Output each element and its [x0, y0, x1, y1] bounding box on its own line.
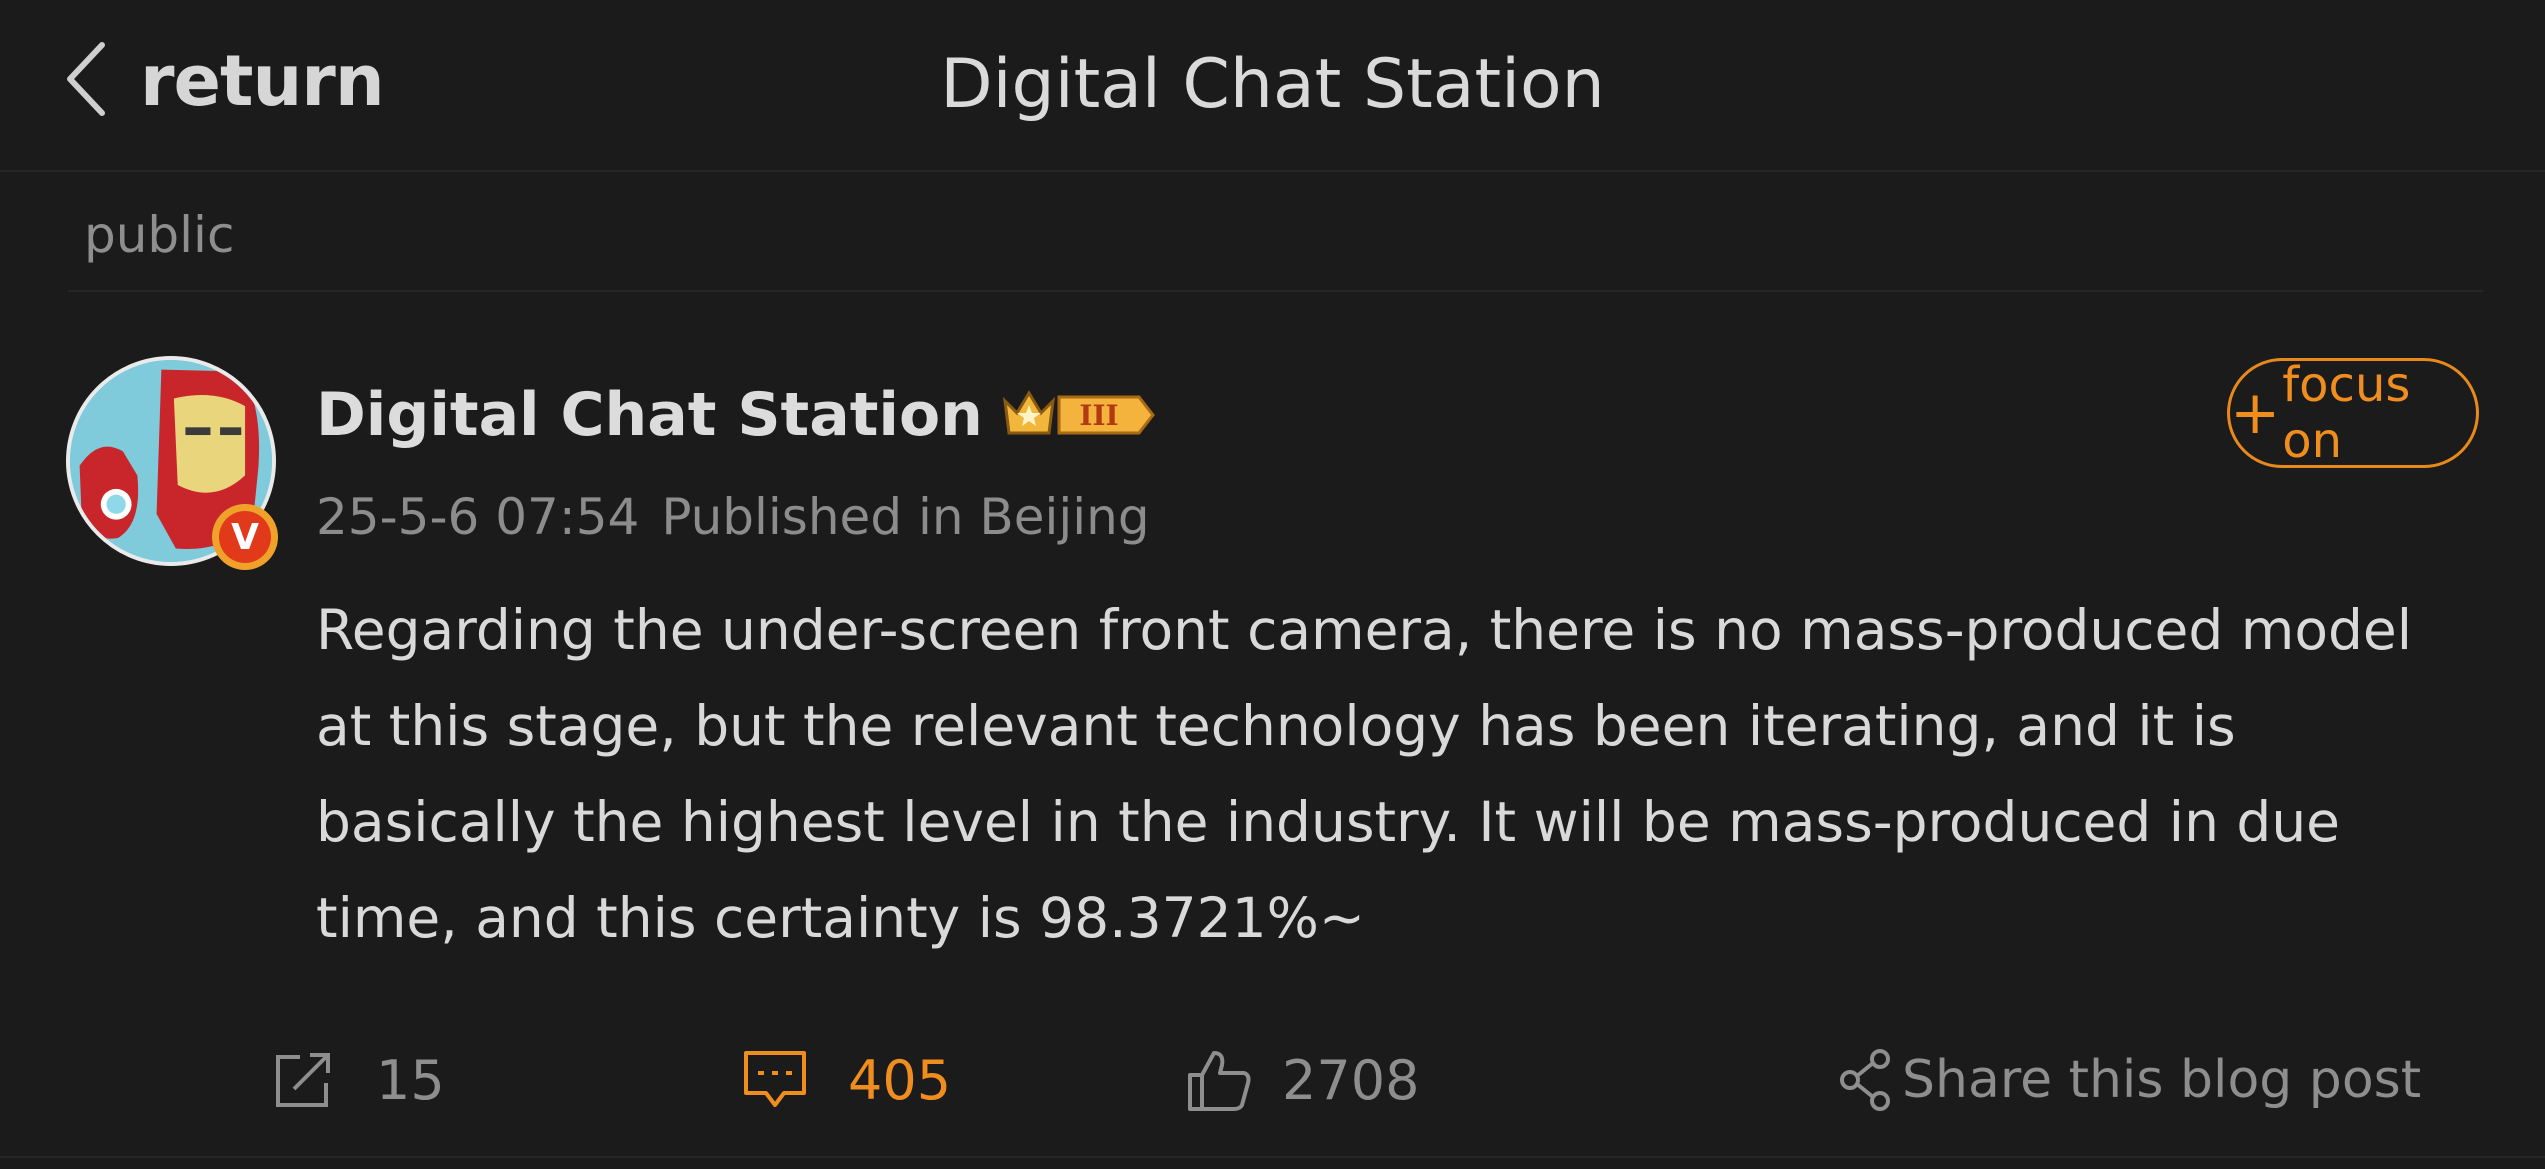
post-location: Published in Beijing	[661, 488, 1150, 546]
forward-count: 15	[376, 1048, 445, 1112]
page-title: Digital Chat Station	[940, 45, 1605, 124]
share-button[interactable]: Share this blog post	[1836, 1040, 2421, 1120]
author-row: Digital Chat Station III	[316, 380, 1157, 450]
section-divider	[68, 290, 2483, 292]
verified-badge: V	[212, 504, 278, 570]
post-date: 25-5-6 07:54	[316, 488, 640, 546]
level-badge-label: III	[1079, 399, 1118, 432]
post-content: Regarding the under-screen front camera,…	[316, 598, 2413, 950]
thumbs-up-icon	[1188, 1051, 1251, 1111]
like-count: 2708	[1282, 1048, 1420, 1112]
follow-label: focus on	[2282, 357, 2411, 469]
visibility-label: public	[84, 206, 235, 264]
follow-button[interactable]: + focus on	[2227, 357, 2479, 469]
plus-icon: +	[2230, 378, 2281, 448]
forward-button[interactable]: 15	[270, 1040, 445, 1120]
share-label: Share this blog post	[1902, 1050, 2422, 1110]
comment-count: 405	[848, 1048, 952, 1112]
post-meta: 25-5-6 07:54 Published in Beijing	[316, 488, 1150, 546]
comment-icon	[744, 1051, 806, 1107]
crown-level-icon: III	[1002, 390, 1155, 435]
bottom-divider	[0, 1156, 2545, 1158]
verified-badge-label: V	[219, 511, 271, 563]
top-bar: return Digital Chat Station	[0, 0, 2545, 172]
forward-icon	[276, 1053, 330, 1107]
author-name[interactable]: Digital Chat Station	[316, 380, 983, 450]
share-icon	[1840, 1049, 1890, 1111]
weibo-post-page: return Digital Chat Station public V Dig…	[0, 0, 2545, 1169]
like-button[interactable]: 2708	[1186, 1040, 1419, 1120]
comment-button[interactable]: 405	[742, 1040, 951, 1120]
